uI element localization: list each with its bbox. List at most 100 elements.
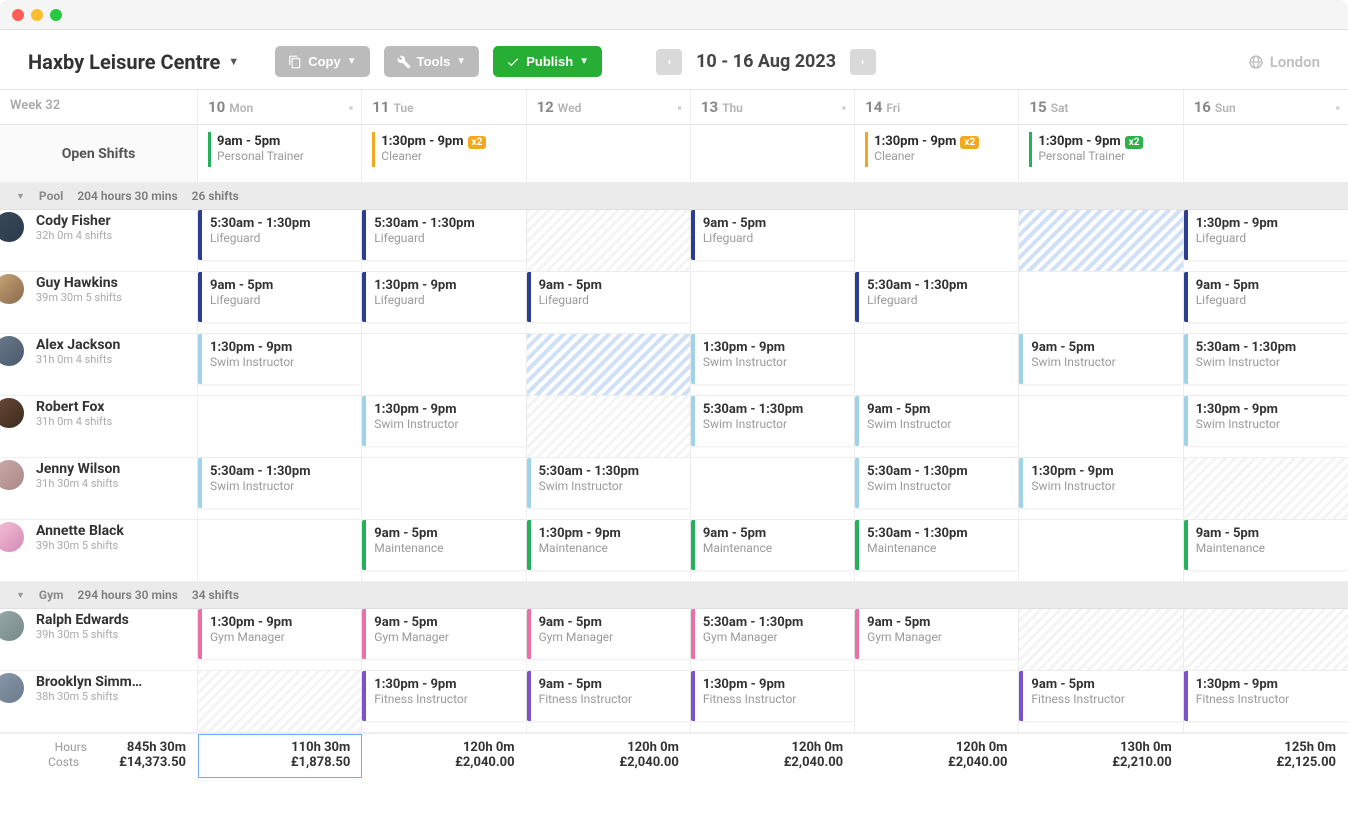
copy-button[interactable]: Copy ▼ [275, 46, 369, 77]
shift-card[interactable]: 9am - 5pmFitness Instructor [1019, 671, 1182, 721]
shift-card[interactable]: 9am - 5pmMaintenance [362, 520, 525, 570]
tools-button[interactable]: Tools ▼ [384, 46, 480, 77]
day-cell[interactable]: 5:30am - 1:30pmLifeguard [198, 210, 362, 272]
shift-card[interactable]: 1:30pm - 9pmSwim Instructor [198, 334, 361, 384]
shift-card[interactable]: 5:30am - 1:30pmSwim Instructor [691, 396, 854, 446]
day-cell[interactable] [527, 334, 691, 396]
shift-card[interactable]: 5:30am - 1:30pmSwim Instructor [198, 458, 361, 508]
day-cell[interactable]: 1:30pm - 9pmSwim Instructor [1019, 458, 1183, 520]
shift-card[interactable]: 5:30am - 1:30pmSwim Instructor [527, 458, 690, 508]
day-cell[interactable]: 9am - 5pmMaintenance [362, 520, 526, 582]
day-cell[interactable]: 1:30pm - 9pmSwim Instructor [362, 396, 526, 458]
publish-button[interactable]: Publish ▼ [493, 46, 602, 77]
day-cell[interactable] [362, 334, 526, 396]
day-cell[interactable] [1184, 458, 1348, 520]
timezone-indicator[interactable]: London [1248, 53, 1320, 71]
employee-cell[interactable]: Alex Jackson31h 0m 4 shifts [0, 334, 197, 368]
day-cell[interactable]: 9am - 5pmLifeguard [198, 272, 362, 334]
day-cell[interactable]: 1:30pm - 9pmSwim Instructor [691, 334, 855, 396]
day-cell[interactable] [1019, 520, 1183, 582]
day-cell[interactable] [1184, 609, 1348, 671]
day-header-mon[interactable]: 10Mon ▪ [198, 90, 362, 125]
open-shift-cell[interactable]: 1:30pm - 9pmx2Personal Trainer [1019, 125, 1183, 183]
open-shift-cell[interactable] [691, 125, 855, 183]
day-cell[interactable]: 1:30pm - 9pmFitness Instructor [362, 671, 526, 733]
day-cell[interactable]: 1:30pm - 9pmMaintenance [527, 520, 691, 582]
shift-card[interactable]: 9am - 5pmSwim Instructor [1019, 334, 1182, 384]
shift-card[interactable]: 1:30pm - 9pmLifeguard [362, 272, 525, 322]
day-cell[interactable]: 5:30am - 1:30pmSwim Instructor [1184, 334, 1348, 396]
employee-cell[interactable]: Ralph Edwards39h 30m 5 shifts [0, 609, 197, 643]
day-cell[interactable]: 1:30pm - 9pmFitness Instructor [1184, 671, 1348, 733]
day-cell[interactable] [1019, 272, 1183, 334]
day-cell[interactable]: 1:30pm - 9pmLifeguard [362, 272, 526, 334]
date-range-label[interactable]: 10 - 16 Aug 2023 [696, 51, 836, 72]
shift-card[interactable]: 9am - 5pmGym Manager [855, 609, 1018, 659]
day-cell[interactable]: 5:30am - 1:30pmSwim Instructor [527, 458, 691, 520]
day-cell[interactable]: 9am - 5pmGym Manager [527, 609, 691, 671]
day-cell[interactable] [198, 671, 362, 733]
day-cell[interactable]: 9am - 5pmMaintenance [691, 520, 855, 582]
window-zoom-icon[interactable] [50, 9, 62, 21]
day-cell[interactable]: 5:30am - 1:30pmLifeguard [855, 272, 1019, 334]
day-cell[interactable]: 5:30am - 1:30pmGym Manager [691, 609, 855, 671]
day-cell[interactable] [1019, 210, 1183, 272]
shift-card[interactable]: 1:30pm - 9pmSwim Instructor [362, 396, 525, 446]
day-cell[interactable]: 9am - 5pmLifeguard [1184, 272, 1348, 334]
employee-cell[interactable]: Guy Hawkins39m 30m 5 shifts [0, 272, 197, 306]
shift-card[interactable]: 9am - 5pmLifeguard [691, 210, 854, 260]
day-header-wed[interactable]: 12Wed ▪ [527, 90, 691, 125]
day-cell[interactable]: 1:30pm - 9pmSwim Instructor [1184, 396, 1348, 458]
day-cell[interactable]: 5:30am - 1:30pmSwim Instructor [691, 396, 855, 458]
day-cell[interactable] [691, 458, 855, 520]
shift-card[interactable]: 9am - 5pmGym Manager [527, 609, 690, 659]
shift-card[interactable]: 1:30pm - 9pmLifeguard [1184, 210, 1348, 260]
day-cell[interactable]: 5:30am - 1:30pmMaintenance [855, 520, 1019, 582]
day-cell[interactable]: 9am - 5pmGym Manager [855, 609, 1019, 671]
day-header-sat[interactable]: 15Sat [1019, 90, 1183, 125]
day-cell[interactable]: 9am - 5pmLifeguard [527, 272, 691, 334]
shift-card[interactable]: 9am - 5pmMaintenance [1184, 520, 1348, 570]
prev-week-button[interactable] [656, 49, 682, 75]
window-minimize-icon[interactable] [31, 9, 43, 21]
employee-cell[interactable]: Brooklyn Simm…38h 30m 5 shifts [0, 671, 197, 705]
shift-card[interactable]: 5:30am - 1:30pmGym Manager [691, 609, 854, 659]
day-cell[interactable]: 1:30pm - 9pmLifeguard [1184, 210, 1348, 272]
shift-card[interactable]: 5:30am - 1:30pmLifeguard [362, 210, 525, 260]
shift-card[interactable]: 5:30am - 1:30pmSwim Instructor [855, 458, 1018, 508]
day-header-thu[interactable]: 13Thu ▪ [691, 90, 855, 125]
location-dropdown[interactable]: Haxby Leisure Centre ▼ [28, 50, 239, 74]
day-cell[interactable]: 9am - 5pmSwim Instructor [1019, 334, 1183, 396]
shift-card[interactable]: 5:30am - 1:30pmLifeguard [198, 210, 361, 260]
day-cell[interactable]: 9am - 5pmLifeguard [691, 210, 855, 272]
employee-cell[interactable]: Annette Black39h 30m 5 shifts [0, 520, 197, 554]
day-cell[interactable]: 1:30pm - 9pmGym Manager [198, 609, 362, 671]
day-cell[interactable] [527, 396, 691, 458]
employee-cell[interactable]: Jenny Wilson31h 30m 4 shifts [0, 458, 197, 492]
day-cell[interactable] [691, 272, 855, 334]
open-shift-cell[interactable]: 1:30pm - 9pmx2Cleaner [362, 125, 526, 183]
day-cell[interactable]: 5:30am - 1:30pmLifeguard [362, 210, 526, 272]
day-cell[interactable] [1019, 609, 1183, 671]
shift-card[interactable]: 5:30am - 1:30pmMaintenance [855, 520, 1018, 570]
day-cell[interactable] [362, 458, 526, 520]
shift-card[interactable]: 1:30pm - 9pmMaintenance [527, 520, 690, 570]
day-cell[interactable] [1019, 396, 1183, 458]
day-cell[interactable]: 1:30pm - 9pmSwim Instructor [198, 334, 362, 396]
day-header-sun[interactable]: 16Sun ▪ [1184, 90, 1348, 125]
next-week-button[interactable] [850, 49, 876, 75]
day-cell[interactable] [198, 396, 362, 458]
shift-card[interactable]: 1:30pm - 9pmSwim Instructor [1184, 396, 1348, 446]
shift-card[interactable]: 9am - 5pmSwim Instructor [855, 396, 1018, 446]
day-cell[interactable]: 9am - 5pmFitness Instructor [527, 671, 691, 733]
shift-card[interactable]: 1:30pm - 9pmFitness Instructor [691, 671, 854, 721]
section-header[interactable]: ▼Gym294 hours 30 mins34 shifts [0, 582, 1348, 609]
open-shift-cell[interactable]: 1:30pm - 9pmx2Cleaner [855, 125, 1019, 183]
open-shift-cell[interactable] [527, 125, 691, 183]
shift-card[interactable]: 1:30pm - 9pmSwim Instructor [691, 334, 854, 384]
day-cell[interactable]: 9am - 5pmGym Manager [362, 609, 526, 671]
shift-card[interactable]: 5:30am - 1:30pmLifeguard [855, 272, 1018, 322]
open-shift-cell[interactable] [1184, 125, 1348, 183]
day-header-tue[interactable]: 11Tue [362, 90, 526, 125]
shift-card[interactable]: 1:30pm - 9pmSwim Instructor [1019, 458, 1182, 508]
